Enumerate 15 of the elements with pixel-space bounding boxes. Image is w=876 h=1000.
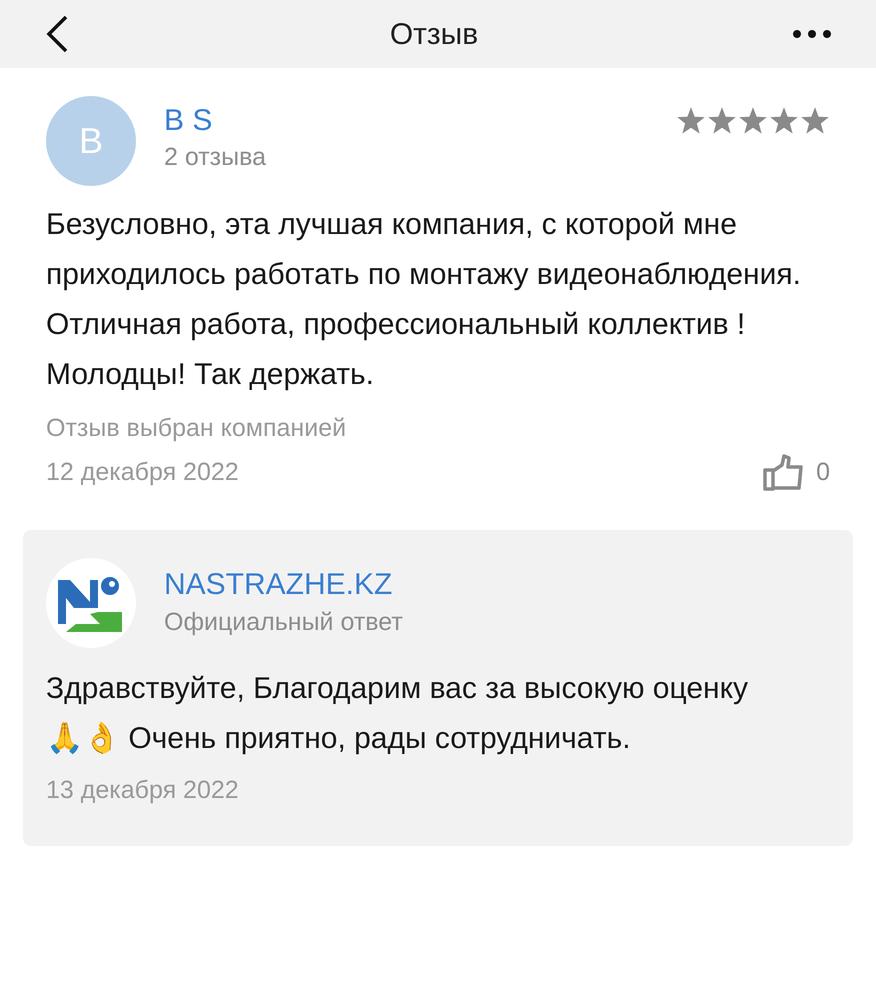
back-icon [44,14,70,54]
review-count: 2 отзыва [164,142,266,173]
thumbs-up-icon [762,454,804,492]
reply-text: Здравствуйте, Благодарим вас за высокую оценку 🙏👌 Очень приятно, рады сотрудничать. [46,671,750,757]
selected-note: Отзыв выбран компанией [46,413,348,444]
company-name[interactable]: NASTRAZHE.KZ [164,566,403,604]
official-reply-label: Официальный ответ [164,607,403,638]
like-button[interactable]: 0 [762,454,830,492]
more-icon [792,29,832,39]
reply-date: 13 декабря 2022 [46,775,240,806]
review-text: Безусловно, эта лучшая компания, с которой мне приходилось работать по монтажу видеонаблюдения. Отличная работа, профессиональный коллектив !Молодцы! Так держать. [46,207,802,393]
review-date: 12 декабря 2022 [46,457,239,488]
author-name[interactable]: B S [164,102,266,140]
avatar: B [46,96,136,186]
page-title: Отзыв [390,16,478,52]
